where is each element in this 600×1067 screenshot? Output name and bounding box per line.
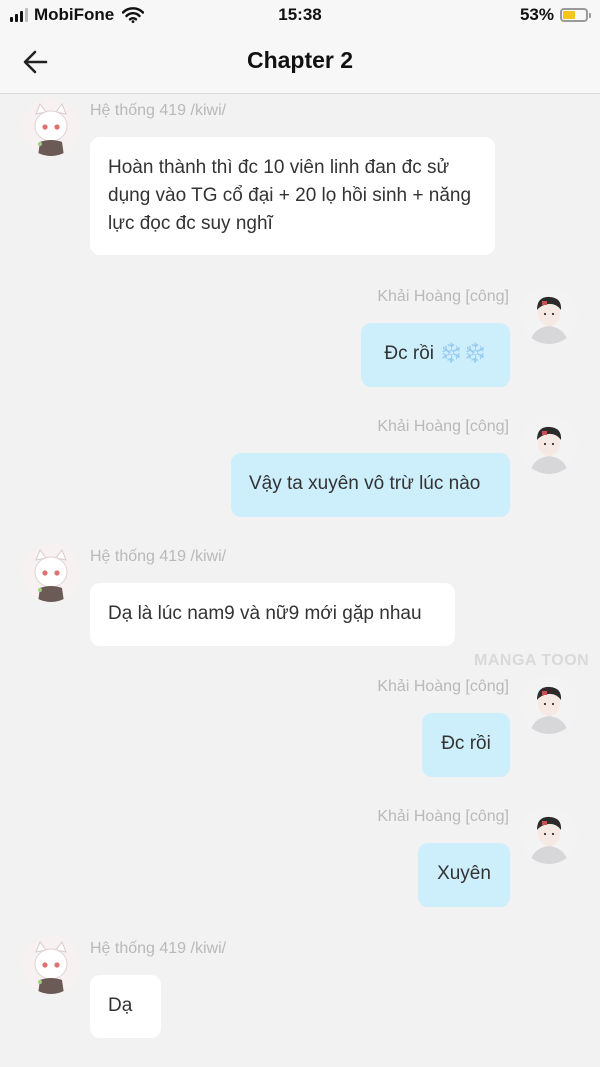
message-item: Hệ thống 419 /kiwi/ Dạ là lúc nam9 và nữ…: [0, 540, 600, 650]
cat-girl-avatar-icon: [22, 98, 80, 156]
message-item: Hệ thống 419 /kiwi/ Hoàn thành thì đc 10…: [0, 94, 600, 264]
sender-name: Khải Hoàng [công]: [377, 808, 509, 825]
message-bubble: Xuyên: [418, 843, 510, 907]
sender-name: Hệ thống 419 /kiwi/: [90, 102, 227, 119]
boy-avatar-icon: [520, 416, 578, 474]
cat-girl-avatar-icon: [22, 936, 80, 994]
sender-name: Khải Hoàng [công]: [377, 288, 509, 305]
boy-avatar-icon: [520, 806, 578, 864]
avatar[interactable]: [520, 286, 578, 344]
message-bubble: Đc rồi ❄️❄️: [361, 323, 510, 387]
sender-name: Khải Hoàng [công]: [377, 678, 509, 695]
page-title: Chapter 2: [246, 47, 354, 73]
battery-percent: 53%: [519, 5, 554, 24]
message-item: Khải Hoàng [công] Vậy ta xuyên vô trừ lú…: [0, 414, 600, 524]
cat-girl-avatar-icon: [22, 544, 80, 602]
sender-name: Hệ thống 419 /kiwi/: [90, 940, 227, 957]
message-item: Khải Hoàng [công] Đc rồi ❄️❄️: [0, 284, 600, 394]
avatar[interactable]: [22, 936, 80, 994]
message-bubble: Dạ là lúc nam9 và nữ9 mới gặp nhau: [90, 583, 455, 646]
message-item: Khải Hoàng [công] Đc rồi: [0, 674, 600, 784]
message-bubble: Đc rồi: [422, 713, 510, 777]
status-bar: MobiFone 15:38 53%: [0, 0, 600, 30]
avatar[interactable]: [520, 806, 578, 864]
message-bubble: Vậy ta xuyên vô trừ lúc nào: [231, 453, 510, 517]
message-item: Khải Hoàng [công] Xuyên: [0, 804, 600, 914]
avatar[interactable]: [22, 98, 80, 156]
battery-icon: [560, 8, 591, 22]
avatar[interactable]: [520, 416, 578, 474]
avatar[interactable]: [520, 676, 578, 734]
avatar[interactable]: [22, 544, 80, 602]
battery-group: 53%: [519, 5, 591, 25]
sender-name: Hệ thống 419 /kiwi/: [90, 548, 227, 565]
boy-avatar-icon: [520, 676, 578, 734]
clock: 15:38: [278, 5, 322, 24]
battery-fill: [563, 11, 575, 19]
watermark: MANGA TOON: [474, 652, 590, 669]
message-bubble: Dạ: [90, 975, 161, 1038]
boy-avatar-icon: [520, 286, 578, 344]
message-list: Hệ thống 419 /kiwi/ Hoàn thành thì đc 10…: [0, 94, 600, 1067]
nav-bar: Chapter 2: [0, 30, 600, 94]
message-bubble: Hoàn thành thì đc 10 viên linh đan đc sử…: [90, 137, 495, 255]
sender-name: Khải Hoàng [công]: [377, 418, 509, 435]
message-item: Hệ thống 419 /kiwi/ Dạ: [0, 932, 600, 1042]
